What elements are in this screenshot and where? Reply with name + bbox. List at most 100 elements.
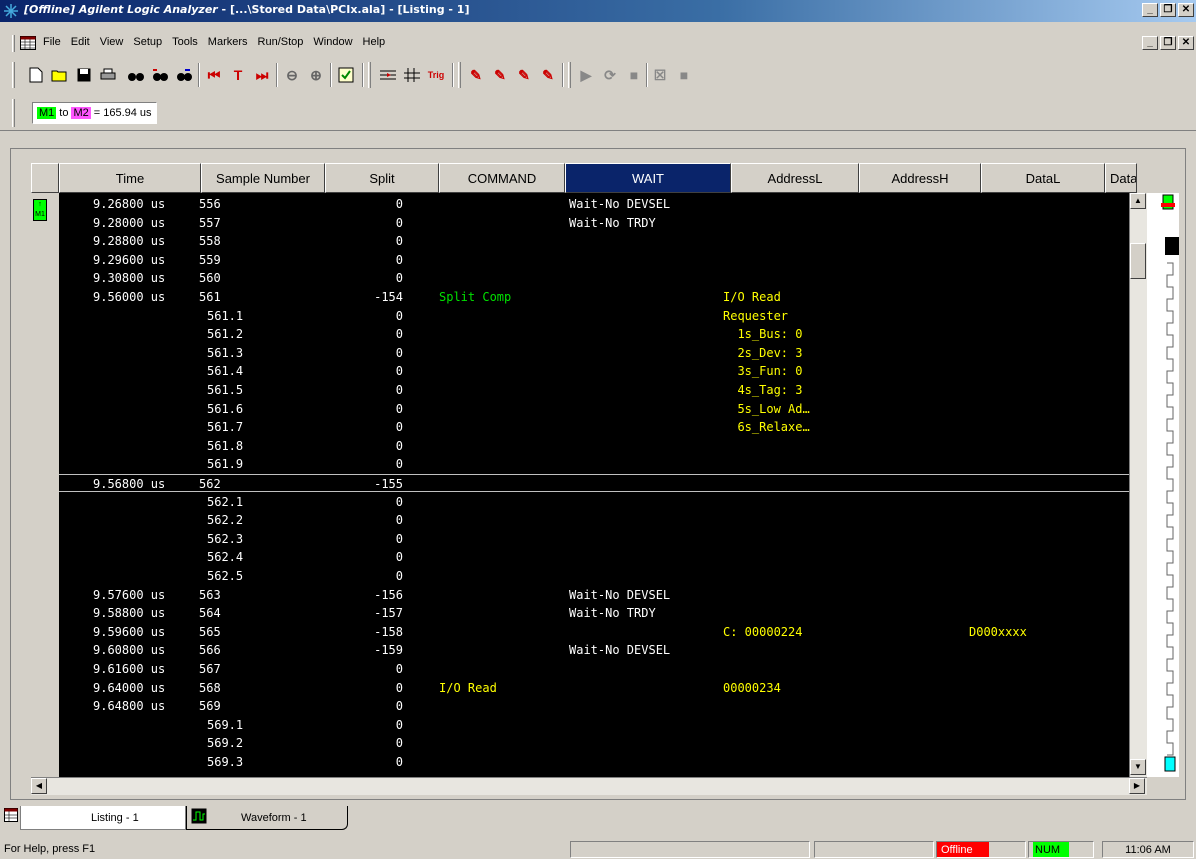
marker-pen-3-icon[interactable]: ✎ xyxy=(514,65,534,85)
header-addressl[interactable]: AddressL xyxy=(731,163,859,193)
new-icon[interactable] xyxy=(26,65,46,85)
restore-button[interactable]: ❐ xyxy=(1160,3,1176,17)
table-row[interactable]: 9.59600 us 565 -158 C: 00000224 D000xxxx xyxy=(59,623,1129,641)
stop-icon[interactable]: ■ xyxy=(624,65,644,85)
mdi-restore-button[interactable]: ❐ xyxy=(1160,36,1176,50)
sampling-icon[interactable] xyxy=(402,65,422,85)
header-datal[interactable]: DataL xyxy=(981,163,1105,193)
listing-window: Time Sample Number Split COMMAND WAIT Ad… xyxy=(10,148,1186,800)
cancel-icon[interactable]: ☒ xyxy=(650,65,670,85)
table-row[interactable]: 562.5 0 xyxy=(59,567,1129,585)
header-sample-number[interactable]: Sample Number xyxy=(201,163,325,193)
table-row[interactable]: 9.28800 us 558 0 xyxy=(59,232,1129,250)
header-command[interactable]: COMMAND xyxy=(439,163,565,193)
vertical-scrollbar[interactable]: ▲ ▼ xyxy=(1129,193,1147,777)
tab-listing[interactable]: Listing - 1 xyxy=(20,806,186,830)
table-row[interactable]: 9.29600 us 559 0 xyxy=(59,251,1129,269)
cell-time: 9.57600 us xyxy=(93,587,166,602)
scroll-thumb[interactable] xyxy=(1130,243,1146,279)
marker-pen-icon[interactable]: ✎ xyxy=(466,65,486,85)
close-button[interactable]: ✕ xyxy=(1178,3,1194,17)
table-row[interactable]: 569.3 0 xyxy=(59,753,1129,771)
menu-file[interactable]: File xyxy=(38,36,66,48)
scroll-up-button[interactable]: ▲ xyxy=(1130,193,1146,209)
menu-help[interactable]: Help xyxy=(358,36,391,48)
menu-view[interactable]: View xyxy=(95,36,129,48)
table-row[interactable]: 561.3 0 2s_Dev: 3 xyxy=(59,344,1129,362)
table-row[interactable]: 569.2 0 xyxy=(59,734,1129,752)
scroll-left-button[interactable]: ◀ xyxy=(31,778,47,794)
header-wait[interactable]: WAIT xyxy=(565,163,731,193)
table-row[interactable]: 561.5 0 4s_Tag: 3 xyxy=(59,381,1129,399)
table-row[interactable]: 561.1 0 Requester xyxy=(59,307,1129,325)
menu-run-stop[interactable]: Run/Stop xyxy=(253,36,309,48)
table-row[interactable]: 562.2 0 xyxy=(59,511,1129,529)
table-row[interactable]: 561.6 0 5s_Low Ad… xyxy=(59,400,1129,418)
run-icon[interactable]: ▶ xyxy=(576,65,596,85)
table-row[interactable]: 561.2 0 1s_Bus: 0 xyxy=(59,325,1129,343)
properties-icon[interactable] xyxy=(336,65,356,85)
waveform-overview[interactable] xyxy=(1147,193,1179,777)
find-next-icon[interactable] xyxy=(174,65,194,85)
menu-edit[interactable]: Edit xyxy=(66,36,95,48)
table-row[interactable]: 9.56000 us 561 -154 Split Comp I/O Read xyxy=(59,288,1129,306)
header-time[interactable]: Time xyxy=(59,163,201,193)
go-to-start-icon[interactable]: ⏮ xyxy=(204,65,224,85)
table-row[interactable]: 562.4 0 xyxy=(59,548,1129,566)
table-row[interactable]: 9.61600 us 567 0 xyxy=(59,660,1129,678)
find-icon[interactable] xyxy=(126,65,146,85)
menu-tools[interactable]: Tools xyxy=(167,36,203,48)
tab-waveform[interactable]: Waveform - 1 xyxy=(186,806,348,830)
mdi-close-button[interactable]: ✕ xyxy=(1178,36,1194,50)
table-row[interactable]: 9.26800 us 556 0 Wait-No DEVSEL xyxy=(59,195,1129,213)
header-data[interactable]: Data xyxy=(1105,163,1137,193)
table-row[interactable]: 9.60800 us 566 -159 Wait-No DEVSEL xyxy=(59,641,1129,659)
cell-command: Split Comp xyxy=(439,290,512,304)
minimize-button[interactable]: _ xyxy=(1142,3,1158,17)
table-row[interactable]: 9.57600 us 563 -156 Wait-No DEVSEL xyxy=(59,586,1129,604)
table-row[interactable]: 569.1 0 xyxy=(59,716,1129,734)
menu-markers[interactable]: Markers xyxy=(203,36,253,48)
listing-doc-icon[interactable] xyxy=(20,36,36,50)
table-row[interactable]: 561.8 0 xyxy=(59,437,1129,455)
bus-signal-icon[interactable] xyxy=(378,65,398,85)
table-row[interactable]: 562.1 0 xyxy=(59,493,1129,511)
table-row[interactable]: 9.28000 us 557 0 Wait-No TRDY xyxy=(59,214,1129,232)
table-row[interactable]: 9.64800 us 569 0 xyxy=(59,697,1129,715)
marker-measurement[interactable]: M1 to M2 = 165.94 us xyxy=(32,102,157,124)
marker-pen-2-icon[interactable]: ✎ xyxy=(490,65,510,85)
table-row[interactable]: 562.3 0 xyxy=(59,530,1129,548)
table-row[interactable]: 561.7 0 6s_Relaxe… xyxy=(59,418,1129,436)
cell-sample-number: 564 xyxy=(199,606,221,621)
go-to-end-icon[interactable]: ⏭ xyxy=(252,65,272,85)
table-row[interactable]: 9.64000 us 568 0 I/O Read 00000234 xyxy=(59,679,1129,697)
print-icon[interactable] xyxy=(98,65,118,85)
table-row[interactable]: 561.9 0 xyxy=(59,455,1129,473)
trigger-icon[interactable]: Trig xyxy=(426,65,446,85)
scroll-down-button[interactable]: ▼ xyxy=(1130,759,1146,775)
marker-pen-off-icon[interactable]: ✎ xyxy=(538,65,558,85)
open-folder-icon[interactable] xyxy=(50,65,70,85)
table-row[interactable]: 9.56800 us 562 -155 xyxy=(59,474,1129,492)
table-row[interactable]: 9.30800 us 560 0 xyxy=(59,269,1129,287)
table-row[interactable]: 9.58800 us 564 -157 Wait-No TRDY xyxy=(59,604,1129,622)
table-row[interactable]: 561.4 0 3s_Fun: 0 xyxy=(59,362,1129,380)
zoom-in-icon[interactable]: ⊕ xyxy=(306,65,326,85)
scroll-right-button[interactable]: ▶ xyxy=(1129,778,1145,794)
menu-setup[interactable]: Setup xyxy=(128,36,167,48)
cell-split: 0 xyxy=(395,364,403,379)
stop-all-icon[interactable]: ■ xyxy=(674,65,694,85)
find-previous-icon[interactable] xyxy=(150,65,170,85)
run-repetitive-icon[interactable]: ⟳ xyxy=(600,65,620,85)
go-to-trigger-icon[interactable]: T xyxy=(228,65,248,85)
cell-split: -157 xyxy=(374,606,403,621)
menu-window[interactable]: Window xyxy=(308,36,357,48)
listing-grid[interactable]: 9.26800 us 556 0 Wait-No DEVSEL 9.28000 us 55… xyxy=(59,193,1129,777)
header-addressh[interactable]: AddressH xyxy=(859,163,981,193)
mdi-minimize-button[interactable]: _ xyxy=(1142,36,1158,50)
zoom-out-icon[interactable]: ⊖ xyxy=(282,65,302,85)
header-split[interactable]: Split xyxy=(325,163,439,193)
horizontal-scrollbar[interactable]: ◀ ▶ xyxy=(31,777,1147,795)
save-icon[interactable] xyxy=(74,65,94,85)
m1-marker-flag[interactable]: ↑ M1 xyxy=(33,199,47,221)
